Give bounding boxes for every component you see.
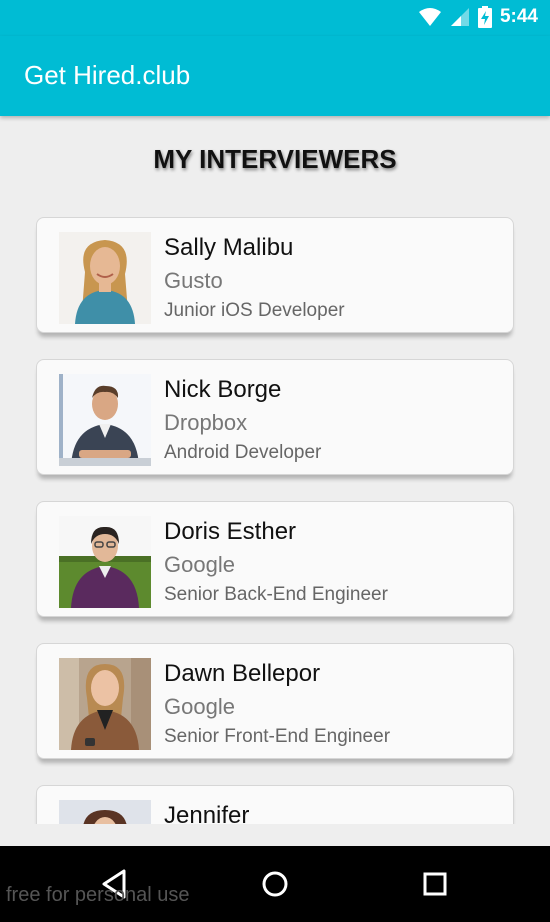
interviewer-name: Dawn Bellepor — [164, 660, 321, 687]
interviewer-card[interactable]: Doris Esther Google Senior Back-End Engi… — [36, 501, 514, 617]
status-time: 5:44 — [499, 6, 538, 27]
interviewer-name: Sally Malibu — [164, 234, 294, 261]
avatar — [59, 374, 151, 466]
interviewer-name: Doris Esther — [164, 518, 297, 545]
recents-icon[interactable] — [415, 866, 455, 902]
interviewer-name: Nick Borge — [164, 376, 282, 403]
interviewers-list[interactable]: MY INTERVIEWERS Sally Malibu Gusto Junio… — [0, 116, 550, 824]
avatar — [59, 658, 151, 750]
interviewer-role: Junior iOS Developer — [164, 300, 345, 321]
status-icons: 5:44 — [418, 6, 538, 28]
app-title: Get Hired.club — [24, 60, 191, 90]
interviewer-name: Jennifer — [164, 802, 250, 824]
app-bar: Get Hired.club — [0, 36, 550, 116]
avatar — [59, 800, 151, 824]
interviewer-company: Google — [164, 694, 235, 719]
status-bar: 5:44 — [0, 0, 550, 36]
avatar — [59, 516, 151, 608]
interviewer-card[interactable]: Nick Borge Dropbox Android Developer — [36, 359, 514, 475]
cell-signal-icon — [450, 8, 469, 26]
watermark: free for personal use — [6, 884, 190, 906]
page-title: MY INTERVIEWERS — [153, 144, 397, 174]
interviewer-company: Dropbox — [164, 410, 248, 435]
interviewer-role: Senior Front-End Engineer — [164, 726, 391, 747]
interviewer-card[interactable]: Dawn Bellepor Google Senior Front-End En… — [36, 643, 514, 759]
interviewer-role: Android Developer — [164, 442, 322, 463]
interviewer-company: Gusto — [164, 268, 223, 293]
home-icon[interactable] — [255, 866, 295, 902]
interviewer-card[interactable]: Jennifer — [36, 785, 514, 824]
interviewer-company: Google — [164, 552, 235, 577]
battery-charging-icon — [477, 6, 492, 28]
wifi-icon — [418, 8, 441, 26]
interviewer-role: Senior Back-End Engineer — [164, 584, 388, 605]
avatar — [59, 232, 151, 324]
interviewer-card[interactable]: Sally Malibu Gusto Junior iOS Developer — [36, 217, 514, 333]
